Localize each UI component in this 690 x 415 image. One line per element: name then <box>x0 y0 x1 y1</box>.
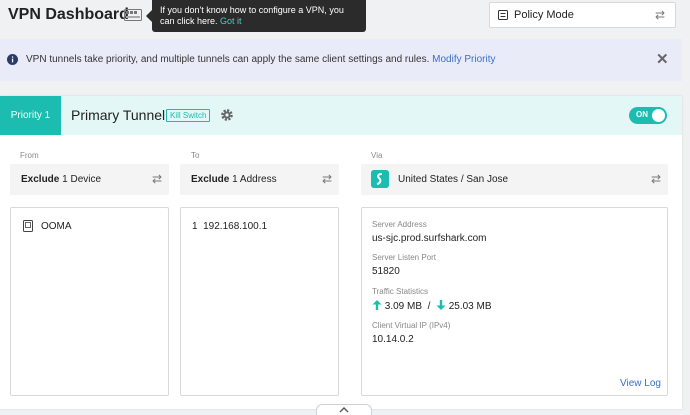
traffic-stats: 3.09 MB / 25.03 MB <box>372 300 492 312</box>
gear-icon[interactable] <box>220 108 234 122</box>
device-name: OOMA <box>41 221 72 232</box>
kill-switch-badge: Kill Switch <box>166 109 211 122</box>
banner-message: VPN tunnels take priority, and multiple … <box>26 54 430 65</box>
traffic-label: Traffic Statistics <box>372 287 429 296</box>
tooltip-text: If you don't know how to configure a VPN… <box>160 5 344 26</box>
to-selector[interactable]: Exclude 1 Address ⇄ <box>180 164 339 195</box>
policy-mode-button[interactable]: Policy Mode ⇄ <box>489 2 676 28</box>
collapse-button[interactable] <box>316 404 372 415</box>
via-label: Via <box>371 151 383 160</box>
device-icon <box>23 220 33 232</box>
view-log-link[interactable]: View Log <box>620 378 661 389</box>
via-selector[interactable]: United States / San Jose ⇄ <box>361 164 668 195</box>
surfshark-logo-icon <box>371 170 389 188</box>
page-header: VPN Dashboard If you don't know how to c… <box>0 0 690 32</box>
switch-icon: ⇄ <box>151 172 162 186</box>
tunnel-header: Priority 1 Primary Tunnel Kill Switch ON <box>0 96 682 135</box>
info-icon <box>7 54 18 65</box>
policy-mode-label: Policy Mode <box>514 9 574 21</box>
address-value: 192.168.100.1 <box>203 221 268 232</box>
info-banner: VPN tunnels take priority, and multiple … <box>0 39 682 81</box>
listen-port: 51820 <box>372 266 400 277</box>
tunnel-toggle[interactable]: ON <box>629 107 667 124</box>
page-title: VPN Dashboard <box>8 6 129 23</box>
modify-priority-link[interactable]: Modify Priority <box>432 54 495 65</box>
server-address-label: Server Address <box>372 220 427 229</box>
banner-text: VPN tunnels take priority, and multiple … <box>26 54 496 65</box>
client-ip-label: Client Virtual IP (IPv4) <box>372 321 451 330</box>
tunnel-card: Priority 1 Primary Tunnel Kill Switch ON… <box>0 96 682 409</box>
switch-icon: ⇄ <box>654 8 665 22</box>
toggle-knob <box>652 109 665 122</box>
client-ip: 10.14.0.2 <box>372 334 414 345</box>
tunnel-name: Primary Tunnel <box>71 107 166 123</box>
upload-arrow-icon <box>372 300 382 310</box>
download-value: 25.03 MB <box>448 301 492 312</box>
close-icon[interactable]: ✕ <box>656 50 669 68</box>
priority-tab[interactable]: Priority 1 <box>0 96 61 135</box>
got-it-link[interactable]: Got it <box>220 16 242 26</box>
via-location: United States / San Jose <box>398 174 509 185</box>
from-device-list: OOMA <box>10 207 169 396</box>
to-label: To <box>191 151 200 160</box>
upload-value: 3.09 MB <box>384 301 423 312</box>
from-count: 1 Device <box>62 174 102 185</box>
to-mode: Exclude <box>191 174 230 185</box>
traffic-separator: / <box>427 301 431 312</box>
from-selector[interactable]: Exclude 1 Device ⇄ <box>10 164 169 195</box>
download-arrow-icon <box>436 300 446 310</box>
chevron-up-icon <box>339 407 349 413</box>
via-details: Server Address us-sjc.prod.surfshark.com… <box>361 207 668 396</box>
server-address: us-sjc.prod.surfshark.com <box>372 233 487 244</box>
from-label: From <box>20 151 39 160</box>
policy-icon <box>498 10 508 20</box>
address-index: 1 <box>192 221 198 232</box>
to-selector-text: Exclude 1 Address <box>191 174 277 185</box>
vpn-icon <box>124 9 142 21</box>
from-mode: Exclude <box>21 174 60 185</box>
toggle-label: ON <box>636 110 648 119</box>
from-selector-text: Exclude 1 Device <box>21 174 101 185</box>
to-count: 1 Address <box>232 174 277 185</box>
help-tooltip: If you don't know how to configure a VPN… <box>146 0 366 32</box>
address-item: 1 192.168.100.1 <box>192 221 267 232</box>
switch-icon: ⇄ <box>321 172 332 186</box>
switch-icon: ⇄ <box>650 172 661 186</box>
to-address-list: 1 192.168.100.1 <box>180 207 339 396</box>
listen-port-label: Server Listen Port <box>372 253 437 262</box>
